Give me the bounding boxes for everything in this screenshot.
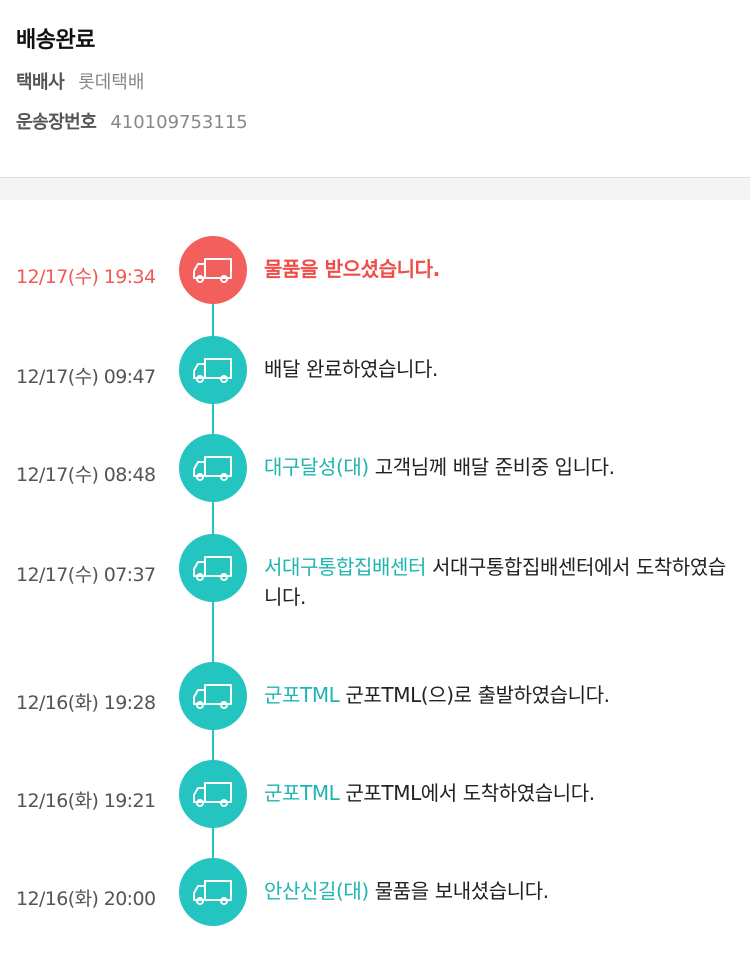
event-description: 안산신길(대) 물품을 보내셨습니다. [264, 876, 734, 906]
event-location: 서대구통합집배센터 [264, 555, 426, 579]
event-message: 물품을 받으셨습니다. [264, 257, 440, 281]
event-description: 배달 완료하였습니다. [264, 354, 734, 384]
delivery-truck-icon [179, 534, 247, 602]
event-time: 12/17(수) 19:34 [16, 266, 156, 288]
delivery-truck-icon [179, 858, 247, 926]
event-time: 12/16(화) 19:28 [16, 692, 156, 714]
event-location: 군포TML [264, 683, 340, 707]
courier-label: 택배사 [16, 72, 65, 93]
event-location: 군포TML [264, 781, 340, 805]
event-description: 군포TML 군포TML에서 도착하였습니다. [264, 778, 734, 808]
tracking-timeline: 12/17(수) 19:34 물품을 받으셨습니다. 12/17(수) 09:4… [0, 200, 750, 960]
event-message: 고객님께 배달 준비중 입니다. [374, 455, 615, 479]
courier-row: 택배사 롯데택배 [16, 68, 734, 94]
event-time: 12/17(수) 09:47 [16, 366, 156, 388]
tracking-row: 운송장번호 410109753115 [16, 108, 734, 134]
event-location: 안산신길(대) [264, 879, 369, 903]
event-message: 군포TML(으)로 출발하였습니다. [345, 683, 610, 707]
event-description: 물품을 받으셨습니다. [264, 254, 734, 284]
tracking-number-label: 운송장번호 [16, 112, 97, 133]
event-message: 배달 완료하였습니다. [264, 357, 438, 381]
event-location: 대구달성(대) [264, 455, 369, 479]
event-message: 물품을 보내셨습니다. [374, 879, 549, 903]
delivery-status-title: 배송완료 [16, 28, 95, 53]
event-message: 군포TML에서 도착하였습니다. [345, 781, 595, 805]
delivery-truck-icon [179, 434, 247, 502]
event-description: 대구달성(대) 고객님께 배달 준비중 입니다. [264, 452, 734, 482]
delivery-truck-icon [179, 336, 247, 404]
event-time: 12/17(수) 07:37 [16, 564, 156, 586]
event-time: 12/17(수) 08:48 [16, 464, 156, 486]
courier-value: 롯데택배 [78, 72, 145, 93]
section-divider [0, 177, 750, 200]
event-description: 군포TML 군포TML(으)로 출발하였습니다. [264, 680, 734, 710]
delivery-truck-icon [179, 236, 247, 304]
event-time: 12/16(화) 20:00 [16, 888, 156, 910]
delivery-truck-icon [179, 760, 247, 828]
delivery-info-header: 배송완료 택배사 롯데택배 운송장번호 410109753115 [0, 0, 750, 153]
tracking-number-value: 410109753115 [110, 112, 248, 133]
event-time: 12/16(화) 19:21 [16, 790, 156, 812]
delivery-truck-icon [179, 662, 247, 730]
event-description: 서대구통합집배센터 서대구통합집배센터에서 도착하였습니다. [264, 552, 734, 612]
